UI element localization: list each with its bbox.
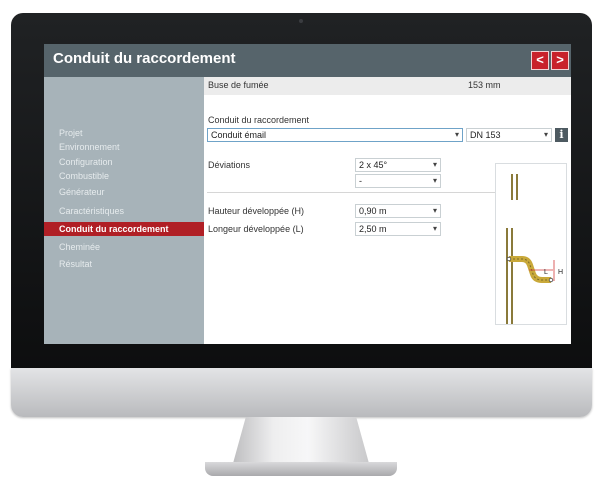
sidebar-item-conduit-raccordement[interactable]: Conduit du raccordement [44, 222, 204, 236]
sidebar-item-environnement[interactable]: Environnement [44, 140, 204, 154]
conduit-type-select[interactable]: Conduit émail ▾ [207, 128, 463, 142]
chevron-down-icon: ▾ [432, 224, 437, 233]
buse-label: Buse de fumée [208, 80, 269, 90]
page-title: Conduit du raccordement [53, 50, 236, 67]
pipe-diagram-drawing: L H [506, 174, 563, 324]
dn-value: DN 153 [470, 130, 501, 140]
longueur-label: Longeur développée (L) [208, 224, 304, 234]
pipe-end-node [548, 277, 554, 283]
buse-value: 153 mm [468, 80, 501, 90]
sidebar-nav: Projet Environnement Configuration Combu… [44, 77, 204, 344]
longueur-select[interactable]: 2,50 m ▾ [355, 222, 441, 236]
chevron-down-icon: ▾ [454, 130, 459, 139]
previous-step-button[interactable]: < [531, 51, 549, 70]
monitor-chin [11, 368, 592, 417]
buse-info-bar: Buse de fumée 153 mm [204, 77, 571, 95]
hauteur-value: 0,90 m [359, 206, 387, 216]
chevron-left-icon: < [536, 52, 544, 67]
sidebar-item-generateur[interactable]: Générateur [44, 185, 204, 199]
deviations-label: Déviations [208, 160, 251, 170]
pipe-start-node [506, 256, 512, 262]
monitor-stand-base [205, 462, 397, 476]
deviations-select-2[interactable]: - ▾ [355, 174, 441, 188]
next-step-button[interactable]: > [551, 51, 569, 70]
sidebar-item-resultat[interactable]: Résultat [44, 257, 204, 271]
deviations-value: 2 x 45° [359, 160, 388, 170]
chevron-down-icon: ▾ [432, 206, 437, 215]
info-button[interactable]: i [555, 128, 568, 142]
hauteur-select[interactable]: 0,90 m ▾ [355, 204, 441, 218]
chevron-down-icon: ▾ [432, 176, 437, 185]
monitor-stand-neck [232, 417, 370, 467]
sidebar-item-caracteristiques[interactable]: Caractéristiques [44, 204, 204, 218]
diagram-label-l: L [544, 269, 548, 276]
sidebar-item-combustible[interactable]: Combustible [44, 169, 204, 183]
chevron-right-icon: > [556, 52, 564, 67]
main-content: Buse de fumée 153 mm Conduit du raccorde… [204, 77, 571, 344]
conduit-section-label: Conduit du raccordement [208, 115, 310, 125]
sidebar-item-configuration[interactable]: Configuration [44, 155, 204, 169]
title-bar: Conduit du raccordement < > [44, 44, 571, 77]
sidebar-item-projet[interactable]: Projet [44, 126, 204, 140]
diagram-label-h: H [558, 269, 563, 276]
longueur-value: 2,50 m [359, 224, 387, 234]
sidebar-item-cheminee[interactable]: Cheminée [44, 240, 204, 254]
chevron-down-icon: ▾ [432, 160, 437, 169]
pipe-diagram: L H [495, 163, 567, 325]
chevron-down-icon: ▾ [543, 130, 548, 139]
app-screen: Conduit du raccordement < > Projet Envir… [44, 44, 571, 344]
deviations-select[interactable]: 2 x 45° ▾ [355, 158, 441, 172]
hauteur-label: Hauteur développée (H) [208, 206, 305, 216]
webcam-dot [299, 19, 303, 23]
conduit-type-value: Conduit émail [211, 130, 267, 140]
info-icon: i [559, 128, 564, 141]
deviations-value-2: - [359, 176, 362, 186]
dn-select[interactable]: DN 153 ▾ [466, 128, 552, 142]
